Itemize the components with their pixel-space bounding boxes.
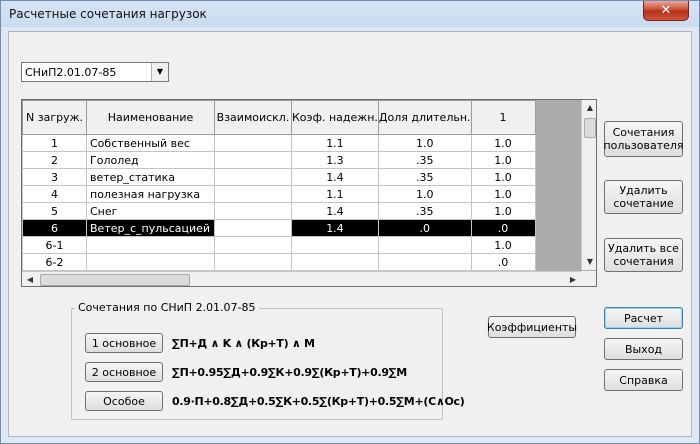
cell-combo-1[interactable]: 1.0 [470,168,536,186]
loads-grid[interactable]: N загруж. Наименование Взаимоискл. Коэф.… [21,99,597,287]
delete-all-combinations-button[interactable]: Удалить все сочетания [604,238,683,272]
cell-combo-1[interactable]: .0 [470,253,536,271]
cell-reliability-factor[interactable] [291,236,379,254]
cell-load-number[interactable]: 5 [22,202,87,220]
table-row[interactable]: 3 ветер_статика 1.4 .35 1.0 [22,168,536,186]
cell-name[interactable] [86,253,215,271]
cell-reliability-factor[interactable]: 1.1 [291,134,379,152]
table-row[interactable]: 4 полезная нагрузка 1.1 1.0 1.0 [22,185,536,203]
col-header-load-number[interactable]: N загруж. [22,100,87,135]
scroll-left-icon[interactable]: ◀ [22,272,38,286]
cell-long-term-share[interactable]: .35 [377,151,472,169]
cell-load-number[interactable]: 6-1 [22,236,87,254]
cell-mutually-exclusive[interactable] [214,202,292,220]
chevron-down-icon[interactable]: ▼ [151,63,168,81]
special-combination-button[interactable]: Особое [85,391,163,411]
cell-reliability-factor[interactable]: 1.3 [291,151,379,169]
cell-combo-1[interactable]: 1.0 [470,185,536,203]
cell-reliability-factor[interactable]: 1.4 [291,219,379,237]
cell-load-number[interactable]: 2 [22,151,87,169]
cell-load-number[interactable]: 1 [22,134,87,152]
norm-select-value: СНиП2.01.07-85 [25,66,117,79]
main-combination-2-button[interactable]: 2 основное [85,362,163,382]
cell-combo-1[interactable]: 1.0 [470,202,536,220]
cell-mutually-exclusive[interactable] [214,151,292,169]
formula-main-1: ∑П+Д ∧ K ∧ (Кр+Т) ∧ М [172,337,315,350]
formula-special: 0.9·П+0.8∑Д+0.5∑К+0.5∑(Кр+Т)+0.5∑М+(С∧Ос… [172,395,465,408]
cell-mutually-exclusive[interactable] [214,168,292,186]
cell-mutually-exclusive[interactable] [214,219,292,237]
scroll-down-icon[interactable]: ▼ [582,254,596,270]
col-header-mutually-exclusive[interactable]: Взаимоискл. [214,100,292,135]
loads-table: N загруж. Наименование Взаимоискл. Коэф.… [22,100,536,271]
delete-combination-button[interactable]: Удалить сочетание [604,180,683,214]
table-row[interactable]: 1 Собственный вес 1.1 1.0 1.0 [22,134,536,152]
exit-button[interactable]: Выход [604,338,683,360]
cell-long-term-share[interactable]: .35 [377,202,472,220]
cell-mutually-exclusive[interactable] [214,236,292,254]
cell-load-number[interactable]: 6-2 [22,253,87,271]
cell-name[interactable]: Ветер_с_пульсацией [86,219,215,237]
cell-combo-1[interactable]: 1.0 [470,151,536,169]
vertical-scrollbar[interactable]: ▲ ▼ [581,100,596,270]
group-label: Сочетания по СНиП 2.01.07-85 [75,301,259,314]
cell-mutually-exclusive[interactable] [214,134,292,152]
cell-name[interactable]: Гололед [86,151,215,169]
calculate-button[interactable]: Расчет [604,307,683,329]
table-row[interactable]: 6-1 1.0 [22,236,536,254]
norm-select[interactable]: СНиП2.01.07-85 ▼ [21,62,169,82]
formula-main-2: ∑П+0.95∑Д+0.9∑К+0.9∑(Кр+Т)+0.9∑М [172,366,407,379]
cell-reliability-factor[interactable]: 1.4 [291,202,379,220]
table-row[interactable]: 6-2 .0 [22,253,536,271]
table-row[interactable]: 2 Гололед 1.3 .35 1.0 [22,151,536,169]
cell-mutually-exclusive[interactable] [214,253,292,271]
cell-reliability-factor[interactable]: 1.1 [291,185,379,203]
col-header-long-term-share[interactable]: Доля длительн. [377,100,472,135]
cell-long-term-share[interactable] [377,236,472,254]
cell-reliability-factor[interactable] [291,253,379,271]
cell-reliability-factor[interactable]: 1.4 [291,168,379,186]
scroll-right-icon[interactable]: ▶ [565,272,581,286]
table-row[interactable]: 5 Снег 1.4 .35 1.0 [22,202,536,220]
grid-header-row: N загруж. Наименование Взаимоискл. Коэф.… [22,100,536,135]
cell-combo-1[interactable]: 1.0 [470,134,536,152]
cell-combo-1[interactable]: 1.0 [470,236,536,254]
cell-load-number[interactable]: 6 [22,219,87,237]
cell-name[interactable]: ветер_статика [86,168,215,186]
scrollbar-corner [581,271,596,286]
table-row-selected[interactable]: 6 Ветер_с_пульсацией 1.4 .0 .0 [22,219,536,237]
help-button[interactable]: Справка [604,369,683,391]
col-header-combo-1[interactable]: 1 [470,100,536,135]
cell-long-term-share[interactable]: .35 [377,168,472,186]
horizontal-scrollbar[interactable]: ◀ ▶ [22,271,581,286]
window-title: Расчетные сочетания нагрузок [9,7,207,21]
main-combination-1-button[interactable]: 1 основное [85,333,163,353]
cell-load-number[interactable]: 3 [22,168,87,186]
cell-long-term-share[interactable]: .0 [377,219,472,237]
col-header-name[interactable]: Наименование [86,100,215,135]
vertical-scroll-thumb[interactable] [584,118,596,138]
cell-name[interactable]: Собственный вес [86,134,215,152]
client-area: СНиП2.01.07-85 ▼ N загруж. Наименование … [8,31,692,437]
cell-name[interactable]: полезная нагрузка [86,185,215,203]
main-window: Расчетные сочетания нагрузок ✕ СНиП2.01.… [0,0,700,444]
col-header-reliability-factor[interactable]: Коэф. надежн. [291,100,379,135]
cell-mutually-exclusive[interactable] [214,185,292,203]
cell-name[interactable] [86,236,215,254]
title-bar[interactable]: Расчетные сочетания нагрузок ✕ [1,1,699,28]
coefficients-button[interactable]: Коэффициенты [487,316,577,338]
user-combinations-button[interactable]: Сочетания пользователя [603,121,684,157]
cell-name[interactable]: Снег [86,202,215,220]
cell-long-term-share[interactable]: 1.0 [377,134,472,152]
cell-long-term-share[interactable]: 1.0 [377,185,472,203]
cell-load-number[interactable]: 4 [22,185,87,203]
close-button[interactable]: ✕ [643,1,689,21]
cell-long-term-share[interactable] [377,253,472,271]
horizontal-scroll-thumb[interactable] [40,274,190,286]
scroll-up-icon[interactable]: ▲ [582,100,596,116]
cell-combo-1[interactable]: .0 [470,219,536,237]
